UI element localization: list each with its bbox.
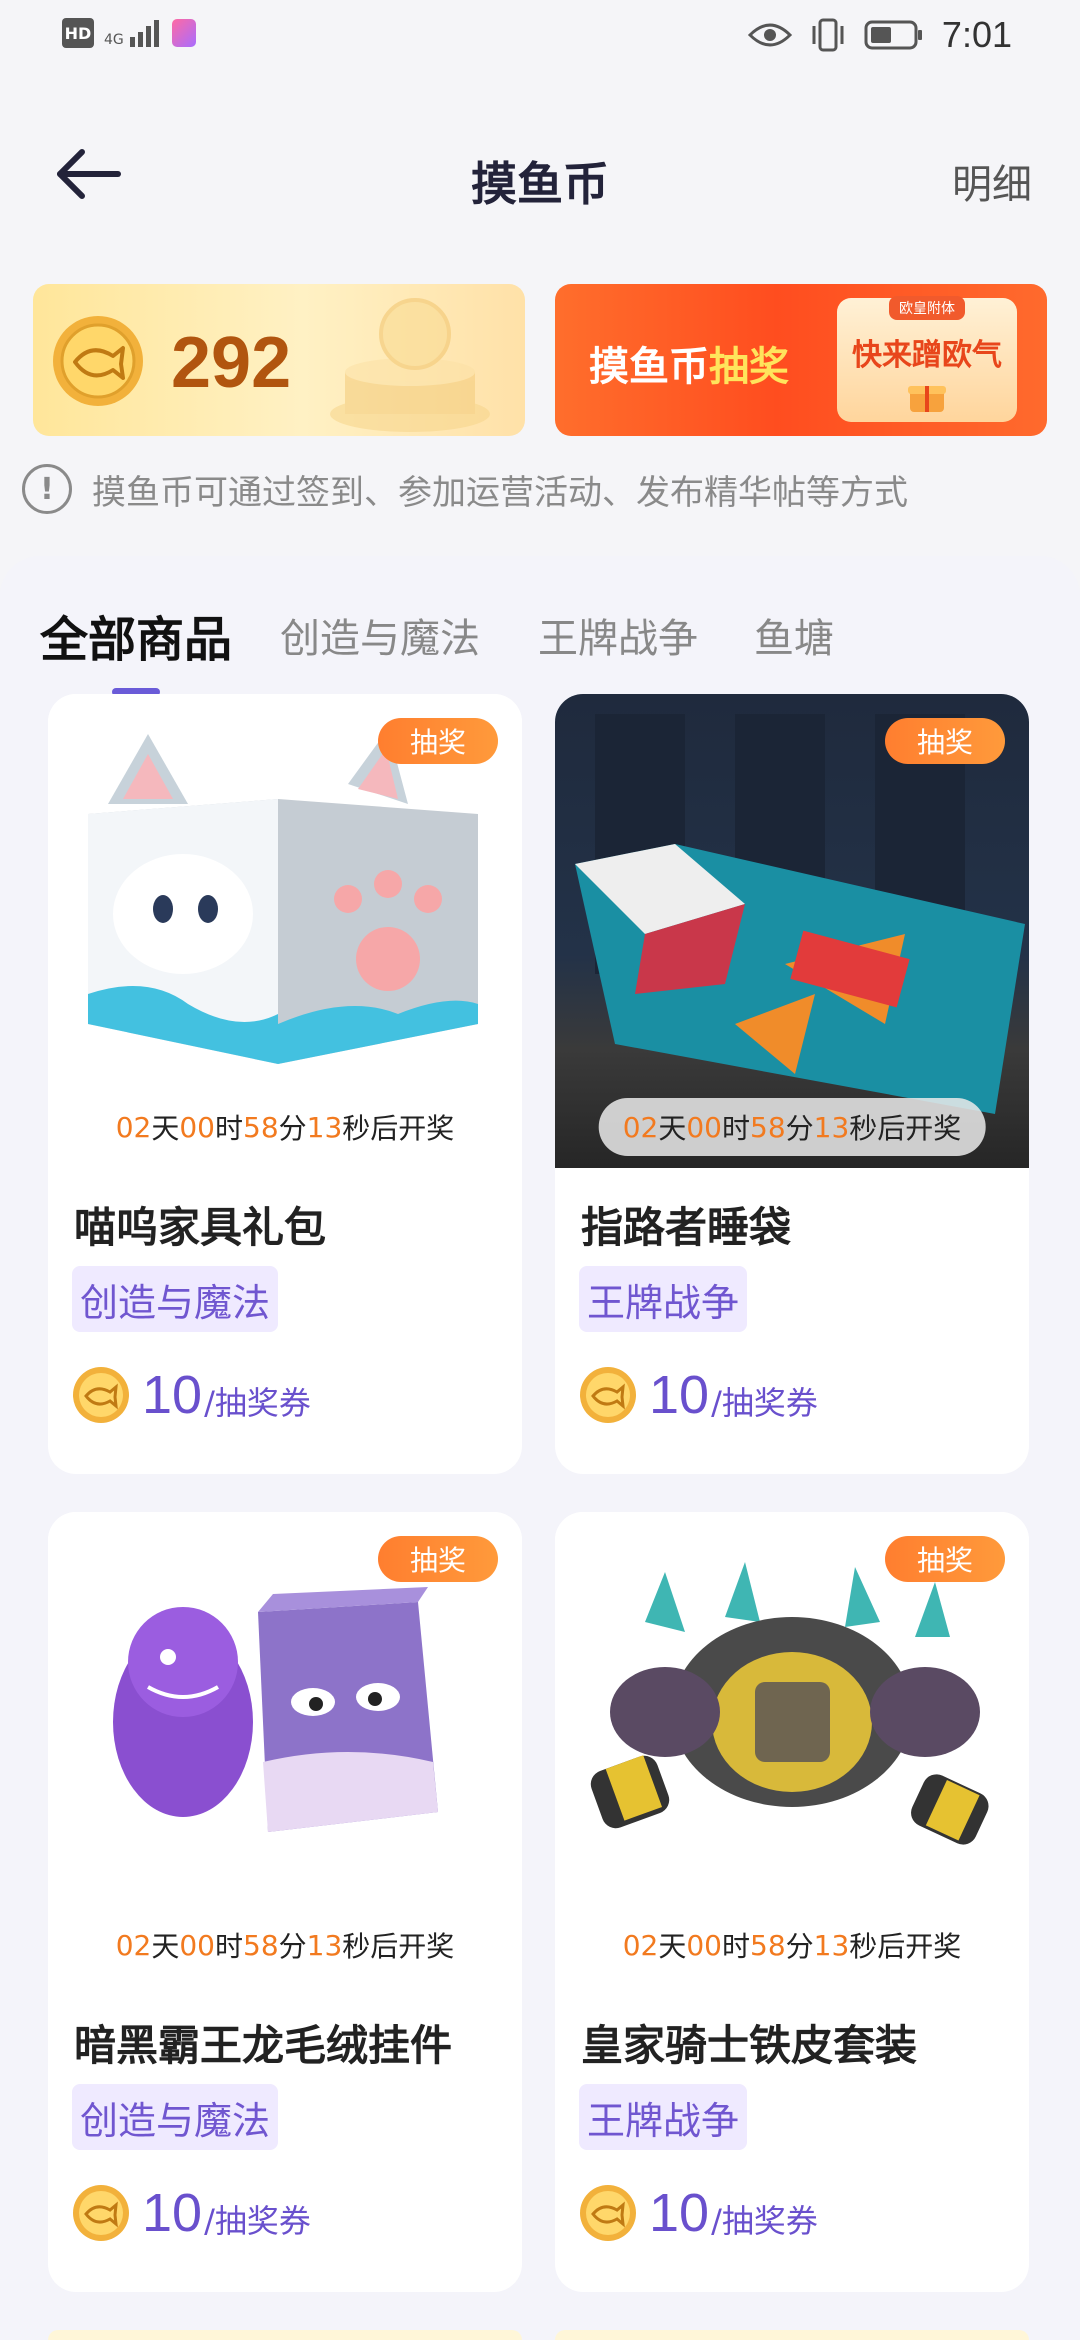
- lottery-banner[interactable]: 摸鱼币抽奖 欧皇附体 快来蹭欧气: [555, 284, 1047, 436]
- battery-icon: [864, 20, 922, 50]
- product-card[interactable]: 抽奖 02 天 00 时 58 分 13 秒后开奖 暗黑霸王龙毛绒挂件 创造与魔法 10 /抽…: [48, 1512, 522, 2292]
- coin-stack-decoration: [330, 298, 490, 432]
- countdown: 02 天 00 时 58 分 13 秒后开奖: [115, 1110, 455, 1146]
- fish-coin-icon: [73, 2185, 129, 2241]
- vibrate-icon: [812, 18, 844, 52]
- app-notification-icon: [171, 19, 196, 47]
- category-tabs: 全部商品 创造与魔法 王牌战争 鱼塘: [0, 580, 1080, 696]
- product-name: 指路者睡袋: [581, 1203, 792, 1252]
- coin-balance: 292: [171, 323, 292, 403]
- product-name: 暗黑霸王龙毛绒挂件: [74, 2021, 453, 2070]
- lottery-title: 摸鱼币抽奖: [589, 344, 789, 390]
- lottery-badge: 抽奖: [885, 718, 1005, 764]
- tab-ace-war[interactable]: 王牌战争: [538, 606, 698, 664]
- product-image: [555, 1512, 1029, 1986]
- lottery-badge: 抽奖: [885, 1536, 1005, 1582]
- detail-link[interactable]: 明细: [952, 152, 1032, 210]
- product-price: 10 /抽奖券: [72, 2182, 311, 2244]
- next-card-peek: [48, 2330, 522, 2340]
- status-bar: HD 4G 7:01: [0, 0, 1080, 75]
- product-category-tag: 创造与魔法: [72, 2084, 279, 2150]
- page-title: 摸鱼币: [471, 157, 609, 211]
- lottery-badge: 抽奖: [378, 718, 498, 764]
- coin-balance-banner[interactable]: 292: [33, 284, 525, 436]
- product-name: 皇家骑士铁皮套装: [581, 2021, 918, 2070]
- lottery-tag: 欧皇附体 快来蹭欧气: [837, 296, 1017, 422]
- countdown: 02 天 00 时 58 分 13 秒后开奖: [598, 1098, 986, 1156]
- product-card[interactable]: 抽奖 02 天 00 时 58 分 13 秒后开奖 喵呜家具礼包 创造与魔法 10 /抽奖券: [48, 694, 522, 1474]
- tab-creation-and-magic[interactable]: 创造与魔法: [280, 606, 480, 664]
- fish-coin-icon: [580, 2185, 636, 2241]
- lottery-badge: 抽奖: [378, 1536, 498, 1582]
- product-image: [48, 694, 522, 1168]
- tab-fish-pond[interactable]: 鱼塘: [754, 606, 834, 664]
- info-icon: !: [22, 464, 72, 514]
- clock: 7:01: [941, 14, 1012, 55]
- hd-indicator: HD: [62, 18, 94, 48]
- countdown: 02 天 00 时 58 分 13 秒后开奖: [622, 1928, 962, 1964]
- coin-notice: ! 摸鱼币可通过签到、参加运营活动、发布精华帖等方式: [22, 464, 908, 514]
- product-category-tag: 创造与魔法: [72, 1266, 279, 1332]
- product-image: [555, 694, 1029, 1168]
- product-price: 10 /抽奖券: [579, 1364, 818, 1426]
- product-card[interactable]: 抽奖 02 天 00 时 58 分 13 秒后开奖 皇家骑士铁皮套装 王牌战争 10 /抽奖券: [555, 1512, 1029, 2292]
- eye-icon: [747, 23, 792, 47]
- gift-icon: [908, 386, 946, 412]
- product-image: [48, 1512, 522, 1986]
- product-category-tag: 王牌战争: [579, 2084, 748, 2150]
- product-price: 10 /抽奖券: [72, 1364, 311, 1426]
- fish-coin-icon: [53, 316, 143, 406]
- product-category-tag: 王牌战争: [579, 1266, 748, 1332]
- tab-all-products[interactable]: 全部商品: [40, 600, 232, 670]
- product-card[interactable]: 抽奖 02 天 00 时 58 分 13 秒后开奖 指路者睡袋 王牌战争 10 /抽奖券: [555, 694, 1029, 1474]
- fish-coin-icon: [580, 1367, 636, 1423]
- countdown: 02 天 00 时 58 分 13 秒后开奖: [115, 1928, 455, 1964]
- notice-text: 摸鱼币可通过签到、参加运营活动、发布精华帖等方式: [92, 472, 908, 513]
- signal-icon: [129, 20, 159, 47]
- network-indicator: 4G: [104, 19, 162, 47]
- product-price: 10 /抽奖券: [579, 2182, 818, 2244]
- next-card-peek: [555, 2330, 1029, 2340]
- product-name: 喵呜家具礼包: [74, 1203, 327, 1252]
- top-bar: 摸鱼币 明细: [0, 130, 1080, 220]
- fish-coin-icon: [73, 1367, 129, 1423]
